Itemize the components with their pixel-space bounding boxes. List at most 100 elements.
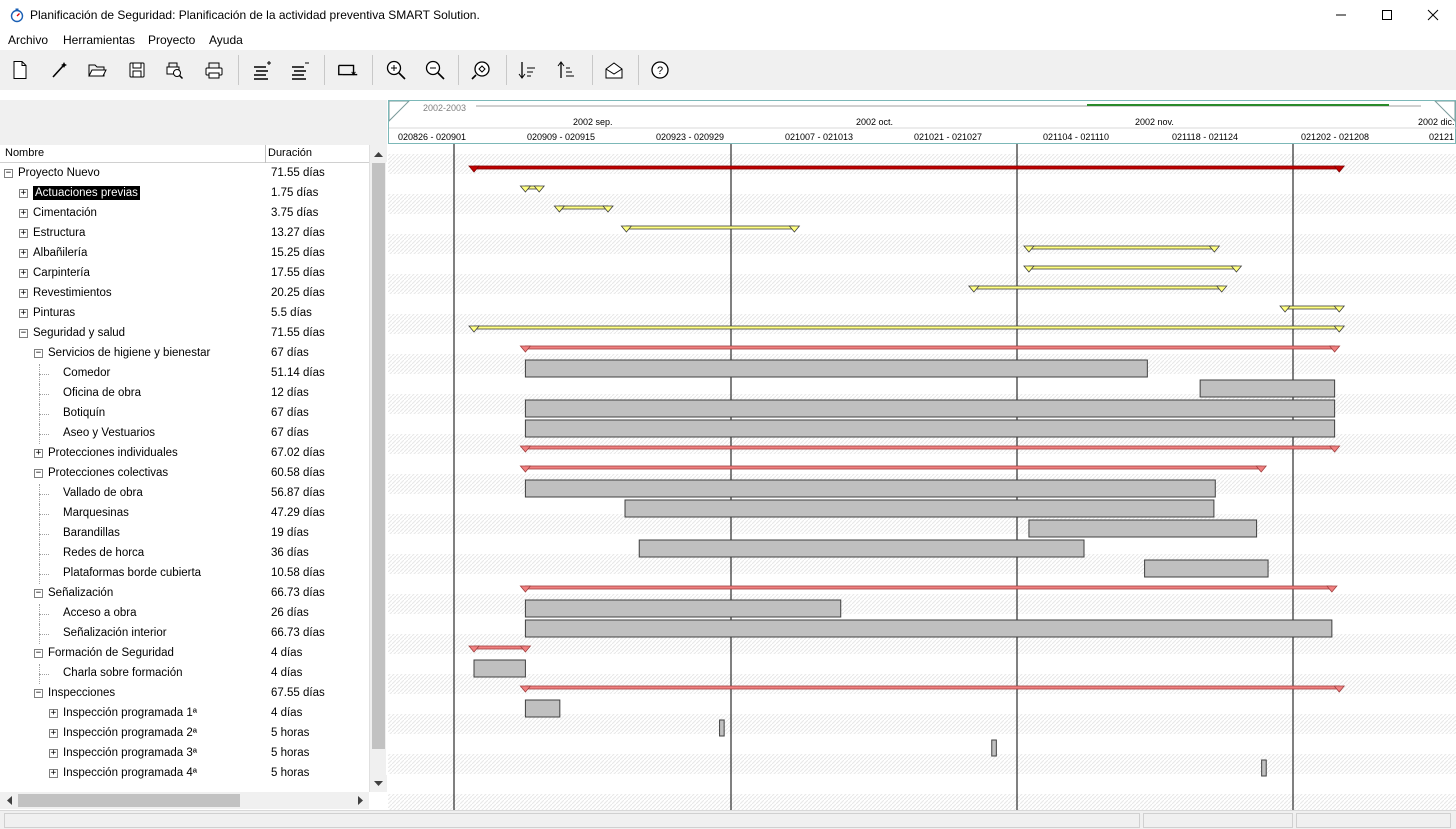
task-name[interactable]: Protecciones colectivas xyxy=(48,467,168,479)
task-name[interactable]: Pinturas xyxy=(33,307,75,319)
gantt-task-bar[interactable] xyxy=(991,739,997,757)
gantt-task-bar[interactable] xyxy=(524,399,1336,418)
task-duration[interactable]: 4 días xyxy=(271,667,302,679)
task-name[interactable]: Oficina de obra xyxy=(63,387,141,399)
tree-row[interactable]: Barandillas 19 días xyxy=(0,524,369,544)
collapse-toggle[interactable]: − xyxy=(34,649,43,658)
task-name[interactable]: Inspección programada 3ª xyxy=(63,747,197,759)
tree-row[interactable]: Aseo y Vestuarios 67 días xyxy=(0,424,369,444)
task-duration[interactable]: 3.75 días xyxy=(271,207,318,219)
task-name[interactable]: Inspección programada 2ª xyxy=(63,727,197,739)
task-name[interactable]: Marquesinas xyxy=(63,507,129,519)
gantt-task-bar[interactable] xyxy=(524,699,561,718)
menu-proyecto[interactable]: Proyecto xyxy=(148,33,195,47)
expand-toggle[interactable]: + xyxy=(19,249,28,258)
task-duration[interactable]: 15.25 días xyxy=(271,247,325,259)
task-duration[interactable]: 10.58 días xyxy=(271,567,325,579)
task-name[interactable]: Inspección programada 1ª xyxy=(63,707,197,719)
task-name[interactable]: Redes de horca xyxy=(63,547,144,559)
expand-toggle[interactable]: + xyxy=(34,449,43,458)
task-duration[interactable]: 66.73 días xyxy=(271,587,325,599)
task-duration[interactable]: 5 horas xyxy=(271,767,309,779)
tree-row[interactable]: − Señalización 66.73 días xyxy=(0,584,369,604)
task-name[interactable]: Inspecciones xyxy=(48,687,115,699)
task-duration[interactable]: 71.55 días xyxy=(271,167,325,179)
tree-row[interactable]: + Inspección programada 1ª 4 días xyxy=(0,704,369,724)
tree-row[interactable]: Acceso a obra 26 días xyxy=(0,604,369,624)
tree-row[interactable]: Vallado de obra 56.87 días xyxy=(0,484,369,504)
expand-toggle[interactable]: + xyxy=(49,729,58,738)
task-name[interactable]: Revestimientos xyxy=(33,287,112,299)
tree-row[interactable]: Charla sobre formación 4 días xyxy=(0,664,369,684)
expand-toggle[interactable]: + xyxy=(49,749,58,758)
gantt-summary-bar[interactable] xyxy=(519,185,546,193)
expand-toggle[interactable]: + xyxy=(19,189,28,198)
tree-row[interactable]: + Pinturas 5.5 días xyxy=(0,304,369,324)
gantt-summary-bar[interactable] xyxy=(1279,305,1346,313)
task-duration[interactable]: 12 días xyxy=(271,387,309,399)
link-tasks-button[interactable] xyxy=(336,58,360,82)
close-button[interactable] xyxy=(1410,0,1456,30)
collapse-toggle[interactable]: − xyxy=(34,689,43,698)
task-duration[interactable]: 47.29 días xyxy=(271,507,325,519)
task-duration[interactable]: 19 días xyxy=(271,527,309,539)
task-duration[interactable]: 67.55 días xyxy=(271,687,325,699)
tree-row[interactable]: + Estructura 13.27 días xyxy=(0,224,369,244)
task-duration[interactable]: 56.87 días xyxy=(271,487,325,499)
scroll-down-button[interactable] xyxy=(370,775,387,792)
task-name[interactable]: Aseo y Vestuarios xyxy=(63,427,155,439)
tree-horizontal-scrollbar[interactable] xyxy=(0,792,369,809)
outdent-button[interactable] xyxy=(288,58,312,82)
gantt-task-bar[interactable] xyxy=(524,479,1216,498)
gantt-task-bar[interactable] xyxy=(524,619,1333,638)
tree-row[interactable]: Oficina de obra 12 días xyxy=(0,384,369,404)
gantt-task-bar[interactable] xyxy=(1199,379,1336,398)
print-preview-button[interactable] xyxy=(162,58,186,82)
tree-row[interactable]: Marquesinas 47.29 días xyxy=(0,504,369,524)
task-duration[interactable]: 51.14 días xyxy=(271,367,325,379)
task-duration[interactable]: 20.25 días xyxy=(271,287,325,299)
task-name[interactable]: Plataformas borde cubierta xyxy=(63,567,201,579)
task-name[interactable]: Albañilería xyxy=(33,247,87,259)
scroll-right-button[interactable] xyxy=(352,792,369,809)
task-duration[interactable]: 26 días xyxy=(271,607,309,619)
task-name[interactable]: Señalización interior xyxy=(63,627,167,639)
tree-row[interactable]: − Protecciones colectivas 60.58 días xyxy=(0,464,369,484)
task-duration[interactable]: 1.75 días xyxy=(271,187,318,199)
gantt-summary-bar[interactable] xyxy=(1023,265,1243,273)
task-name[interactable]: Señalización xyxy=(48,587,113,599)
task-name[interactable]: Protecciones individuales xyxy=(48,447,178,459)
gantt-task-bar[interactable] xyxy=(473,659,526,678)
expand-toggle[interactable]: + xyxy=(49,769,58,778)
expand-toggle[interactable]: + xyxy=(19,309,28,318)
task-name[interactable]: Botiquín xyxy=(63,407,105,419)
tree-row[interactable]: Redes de horca 36 días xyxy=(0,544,369,564)
gantt-summary-bar[interactable] xyxy=(620,225,801,233)
collapse-toggle[interactable]: − xyxy=(4,169,13,178)
scroll-left-button[interactable] xyxy=(0,792,17,809)
gantt-task-bar[interactable] xyxy=(524,599,842,618)
expand-toggle[interactable]: + xyxy=(19,269,28,278)
gantt-summary-bar[interactable] xyxy=(519,585,1338,593)
open-button[interactable] xyxy=(85,58,109,82)
task-name[interactable]: Cimentación xyxy=(33,207,97,219)
gantt-task-bar[interactable] xyxy=(524,419,1336,438)
menu-ayuda[interactable]: Ayuda xyxy=(209,33,243,47)
task-duration[interactable]: 13.27 días xyxy=(271,227,325,239)
tree-vertical-scrollbar[interactable] xyxy=(369,145,387,792)
wizard-button[interactable] xyxy=(47,58,71,82)
task-name[interactable]: Charla sobre formación xyxy=(63,667,183,679)
menu-archivo[interactable]: Archivo xyxy=(8,33,48,47)
gantt-task-bar[interactable] xyxy=(719,719,725,737)
tree-row[interactable]: − Servicios de higiene y bienestar 67 días xyxy=(0,344,369,364)
task-duration[interactable]: 60.58 días xyxy=(271,467,325,479)
task-duration[interactable]: 67 días xyxy=(271,407,309,419)
task-duration[interactable]: 4 días xyxy=(271,707,302,719)
minimize-button[interactable] xyxy=(1318,0,1364,30)
tree-row[interactable]: + Inspección programada 4ª 5 horas xyxy=(0,764,369,784)
column-header-duracion[interactable]: Duración xyxy=(268,147,312,159)
task-duration[interactable]: 67 días xyxy=(271,347,309,359)
task-duration[interactable]: 4 días xyxy=(271,647,302,659)
tree-row[interactable]: + Actuaciones previas 1.75 días xyxy=(0,184,369,204)
task-duration[interactable]: 36 días xyxy=(271,547,309,559)
